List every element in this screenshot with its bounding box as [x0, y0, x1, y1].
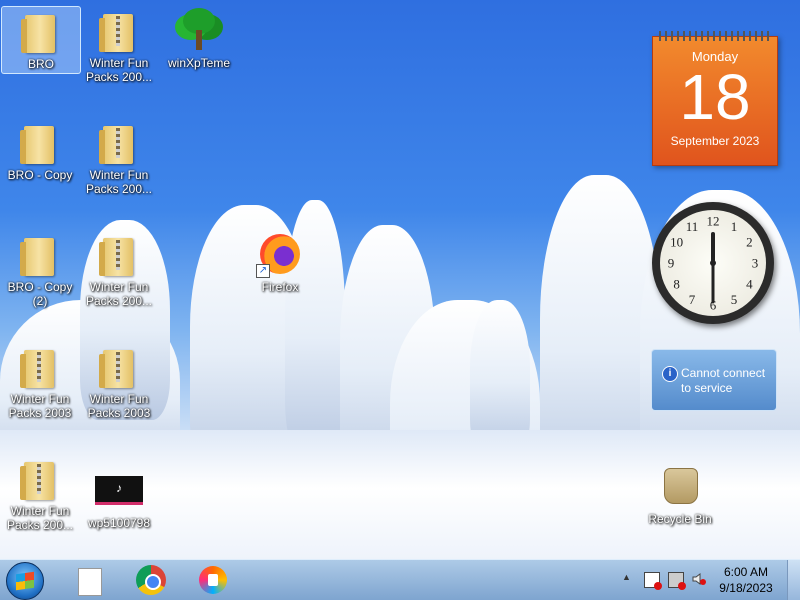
desktop-icon-label: BRO - Copy (2) — [7, 280, 73, 308]
desktop-icon-label: Firefox — [261, 280, 299, 294]
taskbar-chrome-button[interactable] — [128, 562, 172, 598]
clock-dial: 12 1234567891011 — [668, 214, 759, 313]
clock-numeral: 12 — [707, 214, 720, 229]
desktop-icon-bro-copy[interactable]: BRO - Copy — [1, 118, 79, 182]
clock-numeral: 2 — [746, 235, 753, 250]
zip-folder-icon — [16, 342, 64, 390]
clock-numeral: 10 — [670, 235, 683, 250]
desktop-icon-label: BRO - Copy — [7, 168, 73, 182]
desktop-icon-label: Winter Fun Packs 2003 — [87, 392, 151, 420]
tiktok-icon: ♪ — [95, 476, 143, 505]
taskbar: ▲ 6:00 AM 9/18/2023 — [0, 559, 800, 600]
document-icon — [78, 568, 102, 596]
firefox-icon: ↗ — [256, 230, 304, 278]
desktop-icon-label: Winter Fun Packs 200... — [85, 168, 153, 196]
taskbar-time: 6:00 AM — [723, 565, 769, 579]
start-button[interactable] — [6, 562, 44, 600]
calendar-month-year: September 2023 — [670, 134, 760, 148]
zip-folder-icon — [95, 6, 143, 54]
calendar-gadget[interactable]: Monday 18 September 2023 — [652, 31, 778, 166]
zip-folder-icon — [95, 230, 143, 278]
network-icon[interactable] — [668, 572, 686, 590]
folder-icon — [16, 230, 64, 278]
shortcut-arrow-icon: ↗ — [256, 264, 270, 278]
zip-folder-icon — [95, 342, 143, 390]
clock-numeral: 11 — [686, 219, 699, 234]
info-icon: i — [662, 366, 678, 382]
desktop-icon-bro-copy-2[interactable]: BRO - Copy (2) — [1, 230, 79, 308]
desktop-icon-winter-fun-packs-2003-b[interactable]: Winter Fun Packs 2003 — [80, 342, 158, 420]
clock-numeral: 3 — [752, 256, 759, 271]
desktop-icon-wp5100798[interactable]: ♪ wp5100798 — [80, 466, 158, 530]
desktop-icon-winter-fun-packs-4[interactable]: Winter Fun Packs 200... — [1, 454, 79, 532]
desktop-icon-winter-fun-packs-2[interactable]: Winter Fun Packs 200... — [80, 118, 158, 196]
show-hidden-icons-arrow[interactable]: ▲ — [622, 572, 636, 586]
show-desktop-button[interactable] — [787, 560, 800, 600]
calendar-date: 18 — [679, 61, 751, 133]
folder-icon — [17, 7, 65, 55]
desktop-icon-firefox[interactable]: ↗ Firefox — [241, 230, 319, 294]
taskbar-vpn-button[interactable] — [190, 562, 234, 598]
clock-numeral: 4 — [746, 277, 753, 292]
desktop-icon-label: Recycle Bin — [648, 512, 712, 526]
image-thumbnail-icon: ♪ — [95, 466, 143, 514]
windows-logo-icon — [16, 571, 34, 591]
desktop-icon-label: Winter Fun Packs 200... — [85, 280, 153, 308]
taskbar-notepad-button[interactable] — [66, 562, 110, 598]
action-center-flag-icon[interactable] — [644, 572, 662, 590]
clock-numeral: 7 — [689, 292, 696, 307]
desktop-icon-recycle-bin[interactable]: Recycle Bin — [641, 462, 719, 526]
clock-gadget[interactable]: 12 1 2 3 4 5 6 7 8 9 10 11 — [652, 202, 774, 324]
desktop-icon-label: winXpTeme — [167, 56, 231, 70]
volume-muted-icon[interactable] — [692, 572, 706, 586]
desktop-icon-winter-fun-packs-2003-a[interactable]: Winter Fun Packs 2003 — [1, 342, 79, 420]
desktop-icon-label: Winter Fun Packs 200... — [6, 504, 74, 532]
desktop-icon-bro[interactable]: BRO — [1, 6, 81, 74]
taskbar-date: 9/18/2023 — [719, 581, 773, 595]
zip-folder-icon — [95, 118, 143, 166]
recycle-bin-icon — [656, 462, 704, 510]
folder-icon — [16, 118, 64, 166]
desktop-icon-label: wp5100798 — [87, 516, 151, 530]
calendar-rings — [659, 31, 771, 41]
desktop-icon-winter-fun-packs-3[interactable]: Winter Fun Packs 200... — [80, 230, 158, 308]
zip-folder-icon — [16, 454, 64, 502]
clock-numeral: 5 — [731, 292, 738, 307]
clock-numeral: 9 — [668, 256, 675, 271]
tree-icon — [175, 6, 223, 54]
desktop-icon-label: Winter Fun Packs 2003 — [8, 392, 72, 420]
service-notification[interactable]: i Cannot connect to service — [651, 349, 777, 411]
desktop-icon-winter-fun-packs-1[interactable]: Winter Fun Packs 200... — [80, 6, 158, 84]
clock-numeral: 1 — [731, 219, 738, 234]
notification-message: Cannot connect to service — [681, 366, 766, 395]
desktop-icon-label: BRO — [27, 57, 54, 71]
taskbar-clock[interactable]: 6:00 AM 9/18/2023 — [716, 564, 776, 596]
vpn-lock-icon — [199, 566, 227, 594]
desktop-icon-winxpteme[interactable]: winXpTeme — [160, 6, 238, 70]
desktop-icon-label: Winter Fun Packs 200... — [85, 56, 153, 84]
clock-numeral: 8 — [673, 277, 680, 292]
chrome-icon — [136, 565, 166, 595]
